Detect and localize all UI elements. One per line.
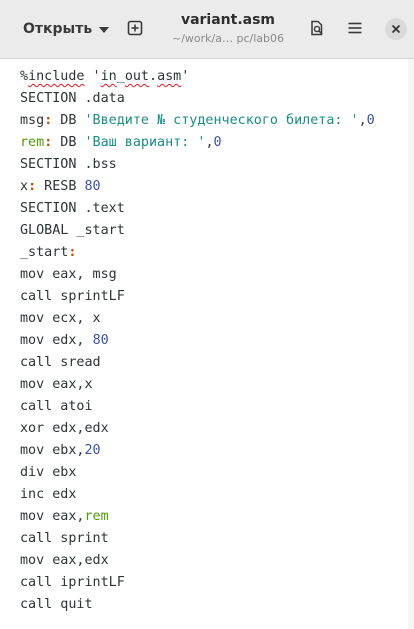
code-line: call iprintLF: [20, 575, 125, 590]
code-line: div ebx: [20, 465, 77, 480]
code-editor[interactable]: %include 'in_out.asm' SECTION .data msg:…: [0, 59, 414, 629]
code-line: SECTION .bss: [20, 157, 117, 172]
code-line: GLOBAL _start: [20, 223, 125, 238]
find-button[interactable]: [306, 17, 328, 39]
close-button[interactable]: [385, 18, 407, 40]
code-line: call sprintLF: [20, 289, 125, 304]
find-icon: [311, 20, 323, 36]
hamburger-menu-icon: [348, 22, 362, 34]
code-line: inc edx: [20, 487, 77, 502]
code-line: msg: DB 'Введите № студенческого билета:…: [20, 113, 375, 128]
code-line: %include 'in_out.asm': [20, 69, 190, 84]
code-line: call sprint: [20, 531, 109, 546]
code-line: x: RESB 80: [20, 179, 101, 194]
main-menu-button[interactable]: [344, 17, 366, 39]
code-line: mov eax,rem: [20, 509, 109, 524]
code-line: mov eax,edx: [20, 553, 109, 568]
code-line: call sread: [20, 355, 101, 370]
code-line: call atoi: [20, 399, 93, 414]
scrollbar-track[interactable]: [408, 59, 414, 629]
file-path: ~/work/a… pc/lab06: [172, 32, 284, 45]
open-button-label: Открыть: [23, 21, 93, 37]
code-line: SECTION .text: [20, 201, 125, 216]
code-line: mov ebx,20: [20, 443, 101, 458]
code-line: SECTION .data: [20, 91, 125, 106]
code-line: mov edx, 80: [20, 333, 109, 348]
code-line: rem: DB 'Ваш вариант: ',0: [20, 135, 222, 150]
header-bar: Открыть variant.asm ~/work/a… pc/lab06: [0, 0, 414, 59]
new-tab-button[interactable]: [124, 17, 146, 39]
code-view: %include 'in_out.asm' SECTION .data msg:…: [20, 66, 375, 616]
title-block: variant.asm ~/work/a… pc/lab06: [160, 11, 296, 46]
code-line: mov ecx, x: [20, 311, 101, 326]
code-line: mov eax, msg: [20, 267, 117, 282]
code-line: call quit: [20, 597, 93, 612]
code-line: _start:: [20, 245, 77, 260]
new-tab-icon: [127, 20, 143, 36]
open-button[interactable]: Открыть: [12, 14, 110, 44]
close-icon: [391, 24, 401, 34]
text-editor-window: Открыть variant.asm ~/work/a… pc/lab06 %…: [0, 0, 414, 629]
code-line: xor edx,edx: [20, 421, 109, 436]
chevron-down-icon: [99, 27, 110, 33]
window-title: variant.asm: [180, 12, 276, 28]
code-line: mov eax,x: [20, 377, 93, 392]
